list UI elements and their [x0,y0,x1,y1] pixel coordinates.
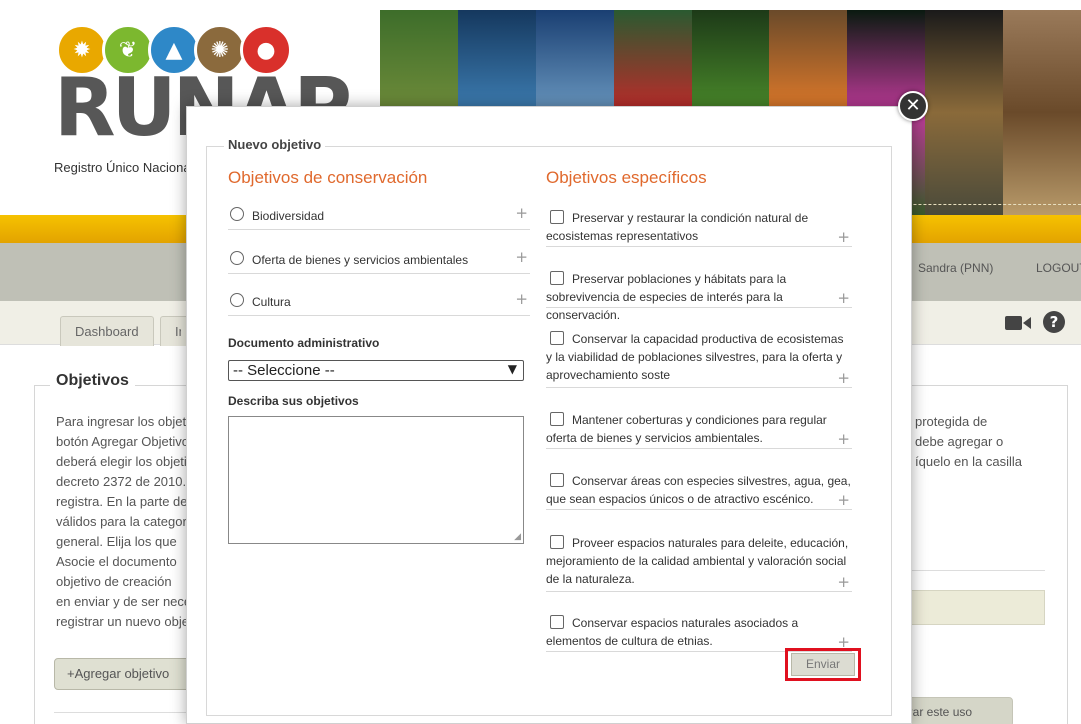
description-label: Describa sus objetivos [228,394,359,408]
specific-objectives-title: Objetivos específicos [546,168,707,187]
resize-grip-icon[interactable]: ◢ [514,532,521,542]
document-label: Documento administrativo [228,336,380,350]
expand-icon[interactable]: + [837,431,850,447]
conservation-option-biodiversidad[interactable]: Biodiversidad + [228,200,530,230]
add-objective-button[interactable]: +Agregar objetivo [54,658,190,690]
specific-objective-item[interactable]: Proveer espacios naturales para deleite,… [546,534,852,592]
specific-objective-item[interactable]: Conservar áreas con especies silvestres,… [546,472,852,510]
expand-icon[interactable]: + [515,248,528,266]
intro-text-continued: protegida de debe agregar o íquelo en la… [915,414,1022,469]
radio-button[interactable] [230,207,244,221]
checkbox[interactable] [550,535,564,549]
divider [905,570,1045,571]
video-camera-icon[interactable] [1005,314,1031,332]
conservation-option-oferta[interactable]: Oferta de bienes y servicios ambientales… [228,244,530,274]
tab-dashboard[interactable]: Dashboard [60,316,154,346]
checkbox[interactable] [550,412,564,426]
chevron-down-icon: ▼ [507,362,517,376]
specific-objective-item[interactable]: Mantener coberturas y condiciones para r… [546,411,852,449]
checkbox[interactable] [550,615,564,629]
radio-button[interactable] [230,293,244,307]
expand-icon[interactable]: + [837,574,850,590]
expand-icon[interactable]: + [837,492,850,508]
expand-icon[interactable]: + [837,229,850,245]
specific-objective-item[interactable]: Conservar la capacidad productiva de eco… [546,330,852,388]
conservation-objectives-title: Objetivos de conservación [228,168,428,187]
intro-text: Para ingresar los objetivos de botón Agr… [56,414,191,629]
expand-icon[interactable]: + [837,370,850,386]
divider [54,712,190,713]
expand-icon[interactable]: + [515,290,528,308]
section-title: Objetivos [50,372,135,390]
side-panel-header [905,590,1045,625]
checkbox[interactable] [550,271,564,285]
description-textarea[interactable]: ◢ [228,416,524,544]
expand-icon[interactable]: + [837,290,850,306]
logout-link[interactable]: LOGOUT [1036,261,1081,275]
specific-objective-item[interactable]: Preservar poblaciones y hábitats para la… [546,270,852,322]
specific-objective-item[interactable]: Preservar y restaurar la condición natur… [546,209,852,247]
checkbox[interactable] [550,473,564,487]
help-icon[interactable]: ? [1043,311,1065,333]
user-name: Sandra (PNN) [918,261,994,275]
submit-button[interactable]: Enviar [791,653,855,676]
modal-title: Nuevo objetivo [224,137,326,152]
document-select[interactable]: -- Seleccione -- ▼ [228,360,524,381]
checkbox[interactable] [550,331,564,345]
expand-icon[interactable]: + [515,204,528,222]
close-icon[interactable]: ✕ [898,91,928,121]
radio-button[interactable] [230,251,244,265]
conservation-option-cultura[interactable]: Cultura + [228,286,530,316]
specific-objective-item[interactable]: Conservar espacios naturales asociados a… [546,614,852,652]
delete-use-button[interactable]: Borrar este uso [905,697,1013,724]
checkbox[interactable] [550,210,564,224]
